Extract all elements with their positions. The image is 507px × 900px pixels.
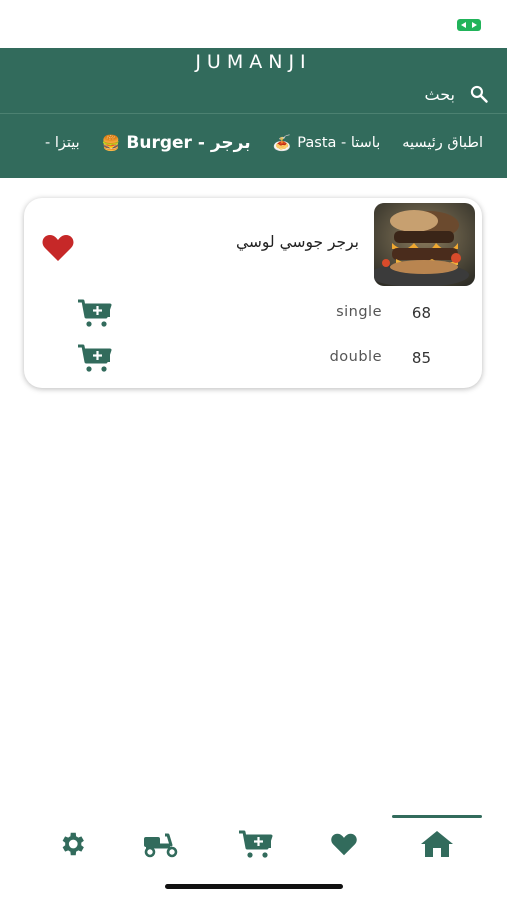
- product-image: [374, 203, 475, 286]
- bottom-nav: [0, 808, 507, 878]
- nav-delivery[interactable]: [131, 820, 191, 868]
- header: JUMANJI بحث اطباق رئيسيه باستا - Pasta 🍝 بر…: [0, 48, 507, 178]
- category-emoji-icon: 🍔: [101, 134, 121, 152]
- product-name: برجر جوسي لوسي: [236, 233, 359, 251]
- home-icon: [421, 831, 453, 857]
- variant-price: 85: [411, 349, 431, 367]
- nav-favorites[interactable]: [314, 820, 374, 868]
- category-tab-label: بيتزا -: [45, 135, 80, 151]
- product-card[interactable]: برجر جوسي لوسي 68 single 85 double: [24, 198, 482, 388]
- search-icon: [470, 85, 488, 103]
- category-tab[interactable]: برجر - Burger 🍔: [102, 133, 251, 153]
- status-bar: [0, 0, 507, 48]
- cart-plus-icon: [239, 830, 273, 858]
- category-tab[interactable]: باستا - Pasta 🍝: [273, 134, 381, 152]
- heart-icon: [42, 235, 74, 261]
- variant-label: single: [336, 304, 382, 320]
- variant-row: 68 single: [24, 297, 482, 331]
- gear-icon: [62, 832, 84, 856]
- category-tab-label: اطباق رئيسيه: [402, 135, 483, 151]
- category-tab-label: برجر - Burger: [126, 133, 251, 153]
- scooter-icon: [144, 833, 178, 858]
- nav-cart[interactable]: [226, 820, 286, 868]
- heart-icon: [331, 833, 357, 855]
- status-badge: [457, 19, 481, 31]
- category-tabs[interactable]: اطباق رئيسيه باستا - Pasta 🍝 برجر - Burger 🍔…: [0, 123, 507, 163]
- nav-home[interactable]: [407, 820, 467, 868]
- nav-settings[interactable]: [42, 820, 102, 868]
- variant-row: 85 double: [24, 342, 482, 376]
- category-tab[interactable]: بيتزا -: [45, 135, 80, 151]
- category-emoji-icon: 🍝: [272, 134, 292, 152]
- favorite-button[interactable]: [41, 233, 75, 263]
- category-tab-label: باستا - Pasta: [297, 135, 381, 151]
- cart-plus-icon: [78, 299, 112, 327]
- header-divider: [0, 113, 507, 114]
- variant-price: 68: [411, 304, 431, 322]
- search-button[interactable]: بحث: [425, 82, 490, 106]
- cart-plus-icon: [78, 344, 112, 372]
- app-title: JUMANJI: [195, 51, 312, 73]
- active-tab-indicator: [392, 815, 482, 818]
- add-to-cart-button[interactable]: [76, 342, 114, 374]
- search-label: بحث: [424, 84, 456, 104]
- category-tab[interactable]: اطباق رئيسيه: [402, 135, 483, 151]
- add-to-cart-button[interactable]: [76, 297, 114, 329]
- home-indicator: [165, 884, 343, 889]
- variant-label: double: [329, 349, 382, 365]
